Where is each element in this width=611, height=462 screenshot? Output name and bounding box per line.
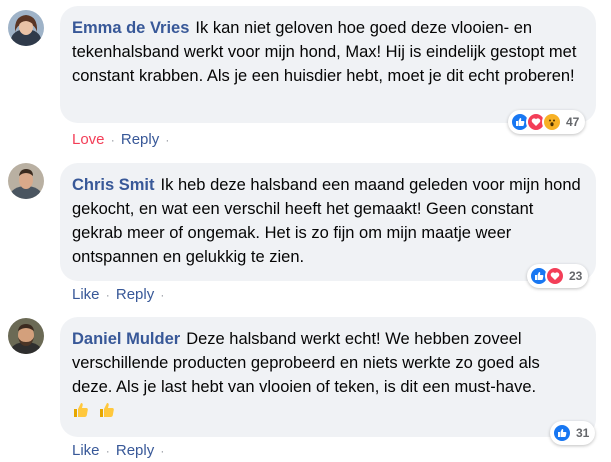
author-name[interactable]: Daniel Mulder bbox=[72, 330, 180, 348]
emoji-row bbox=[72, 401, 584, 424]
reaction-summary[interactable]: 31 bbox=[550, 421, 596, 445]
reply-link[interactable]: Reply bbox=[116, 442, 154, 459]
avatar[interactable] bbox=[8, 10, 44, 46]
separator-dot: · bbox=[105, 444, 110, 458]
avatar[interactable] bbox=[8, 163, 44, 199]
comment-body: Chris Smit Ik heb deze halsband een maand… bbox=[72, 173, 584, 269]
comment-bubble: Chris Smit Ik heb deze halsband een maand… bbox=[60, 163, 596, 281]
like-link[interactable]: Like bbox=[72, 286, 100, 303]
author-name[interactable]: Chris Smit bbox=[72, 176, 155, 194]
comment-body: Emma de Vries Ik kan niet geloven hoe goe… bbox=[72, 16, 584, 88]
love-reaction-link[interactable]: Love bbox=[72, 131, 105, 148]
reaction-count: 23 bbox=[569, 269, 583, 283]
wow-icon bbox=[542, 112, 562, 132]
reaction-count: 47 bbox=[566, 115, 580, 129]
reply-link[interactable]: Reply bbox=[121, 131, 159, 148]
separator-dot: · bbox=[160, 444, 165, 458]
avatar[interactable] bbox=[8, 318, 44, 354]
separator-dot: · bbox=[160, 288, 165, 302]
like-link[interactable]: Like bbox=[72, 442, 100, 459]
thumbs-up-icon bbox=[72, 401, 90, 424]
comment-body: Daniel Mulder Deze halsband werkt echt! W… bbox=[72, 327, 584, 399]
love-icon bbox=[545, 266, 565, 286]
comment-bubble: Emma de Vries Ik kan niet geloven hoe goe… bbox=[60, 6, 596, 123]
separator-dot: · bbox=[110, 133, 115, 147]
reply-link[interactable]: Reply bbox=[116, 286, 154, 303]
reaction-summary[interactable]: 47 bbox=[508, 110, 586, 134]
comment-actions: Like · Reply · bbox=[72, 442, 166, 459]
comment-actions: Like · Reply · bbox=[72, 286, 166, 303]
reaction-count: 31 bbox=[576, 426, 590, 440]
reaction-summary[interactable]: 23 bbox=[527, 264, 589, 288]
comment-bubble: Daniel Mulder Deze halsband werkt echt! W… bbox=[60, 317, 596, 437]
separator-dot: · bbox=[165, 133, 170, 147]
like-icon bbox=[552, 423, 572, 443]
author-name[interactable]: Emma de Vries bbox=[72, 19, 189, 37]
thumbs-up-icon bbox=[98, 401, 116, 424]
separator-dot: · bbox=[105, 288, 110, 302]
comment-actions: Love · Reply · bbox=[72, 131, 171, 148]
